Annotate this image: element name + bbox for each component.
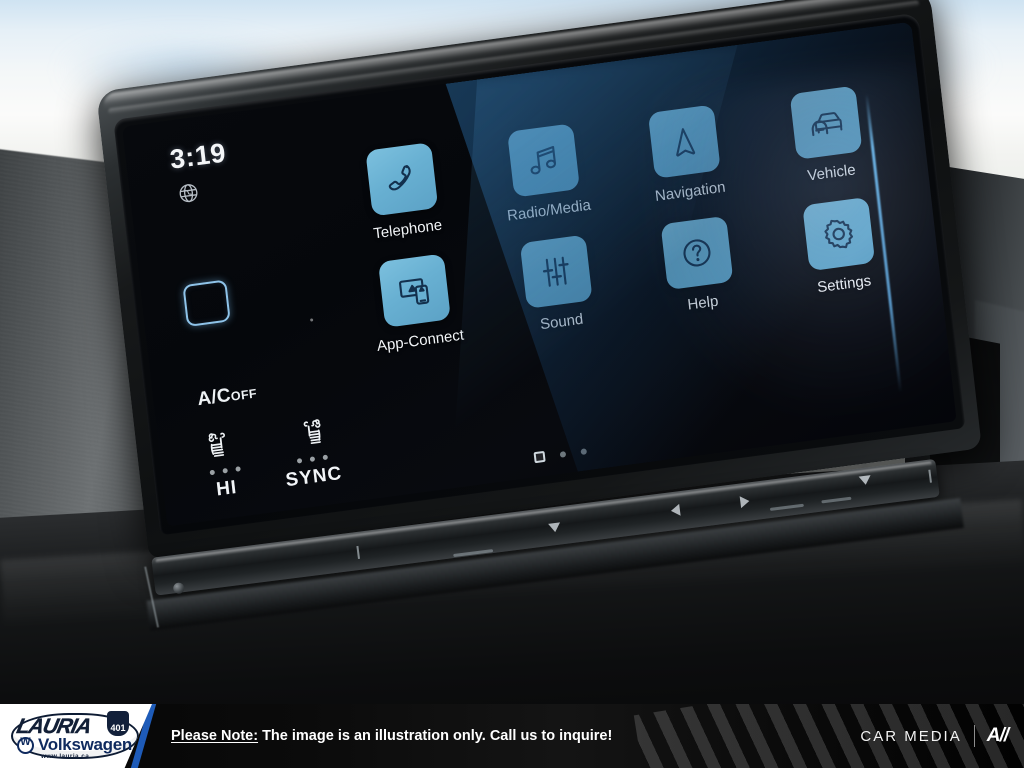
seat-climate-left-icon xyxy=(189,420,255,468)
app-tile-vehicle[interactable]: Vehicle xyxy=(756,81,898,190)
screenshot-stage: 3:19 A/COFF HI SYNC Telephone Radio/Medi… xyxy=(0,0,1024,768)
app-label: Telephone xyxy=(372,216,444,243)
highway-401-shield-icon: 401 xyxy=(107,711,129,736)
trim-marker xyxy=(858,475,872,486)
home-square-icon[interactable] xyxy=(182,279,231,328)
ac-status-suffix: OFF xyxy=(230,386,258,404)
trim-tick xyxy=(356,545,361,560)
app-label: Navigation xyxy=(654,178,727,205)
car-media-divider xyxy=(973,725,975,747)
screen-phone-mirror-icon xyxy=(378,253,452,328)
music-note-icon xyxy=(506,123,580,198)
car-media-label: CAR MEDIA xyxy=(860,727,962,745)
screen-dust-speck xyxy=(310,318,314,322)
phone-handset-icon xyxy=(365,142,439,217)
navigation-arrow-icon xyxy=(648,104,721,179)
car-assist-icon xyxy=(789,85,863,160)
ac-status-main: A/C xyxy=(196,384,233,411)
trim-marker xyxy=(548,522,562,533)
app-tile-sound[interactable]: Sound xyxy=(487,230,629,339)
app-label: Sound xyxy=(539,310,585,334)
app-tile-radio-media[interactable]: Radio/Media xyxy=(474,119,616,228)
gear-icon xyxy=(802,196,875,272)
console-bracket-detail xyxy=(144,554,216,628)
app-tile-navigation[interactable]: Navigation xyxy=(615,100,757,209)
disclaimer-text: The image is an illustration only. Call … xyxy=(262,728,613,744)
dealer-logo[interactable]: LAURIA 401 Volkswagen www.lauria.ca xyxy=(0,704,152,768)
trim-marker xyxy=(670,503,681,517)
app-label: Settings xyxy=(816,272,873,297)
disclaimer-note: Please Note: The image is an illustratio… xyxy=(171,728,612,744)
app-label: Radio/Media xyxy=(506,196,592,225)
app-label: Vehicle xyxy=(806,161,857,185)
equalizer-sliders-icon xyxy=(519,234,593,309)
trim-tick xyxy=(928,469,932,483)
trim-dash xyxy=(453,549,494,558)
app-label: Help xyxy=(686,292,720,314)
ac-status-label: A/COFF xyxy=(196,365,379,411)
app-tile-telephone[interactable]: Telephone xyxy=(333,138,475,247)
car-media-branding: CAR MEDIA A// xyxy=(860,725,1009,747)
question-mark-circle-icon xyxy=(660,215,734,291)
trim-marker xyxy=(739,495,751,509)
app-grid: Telephone Radio/Media Navigation Vehicle… xyxy=(333,81,911,358)
trim-dash xyxy=(821,496,852,504)
logo-url-text: www.lauria.ca xyxy=(41,753,90,760)
vw-roundel-icon xyxy=(17,736,34,754)
page-indicator-active[interactable] xyxy=(533,450,546,464)
globe-icon xyxy=(177,181,200,205)
logo-marque-text: Volkswagen xyxy=(38,735,132,754)
car-media-logo-mark: A// xyxy=(986,725,1009,746)
page-indicator-dot[interactable] xyxy=(579,447,587,455)
footer-bar: LAURIA 401 Volkswagen www.lauria.ca Plea… xyxy=(0,704,1024,768)
page-indicator-dot[interactable] xyxy=(559,450,566,458)
app-tile-app-connect[interactable]: App-Connect xyxy=(345,249,487,358)
disclaimer-prefix: Please Note: xyxy=(171,728,259,744)
seat-climate-right-icon xyxy=(276,409,342,457)
app-tile-settings[interactable]: Settings xyxy=(769,192,911,301)
clock: 3:19 xyxy=(168,137,228,175)
app-tile-help[interactable]: Help xyxy=(628,211,770,320)
app-label: App-Connect xyxy=(376,326,465,356)
trim-dash xyxy=(769,503,804,511)
